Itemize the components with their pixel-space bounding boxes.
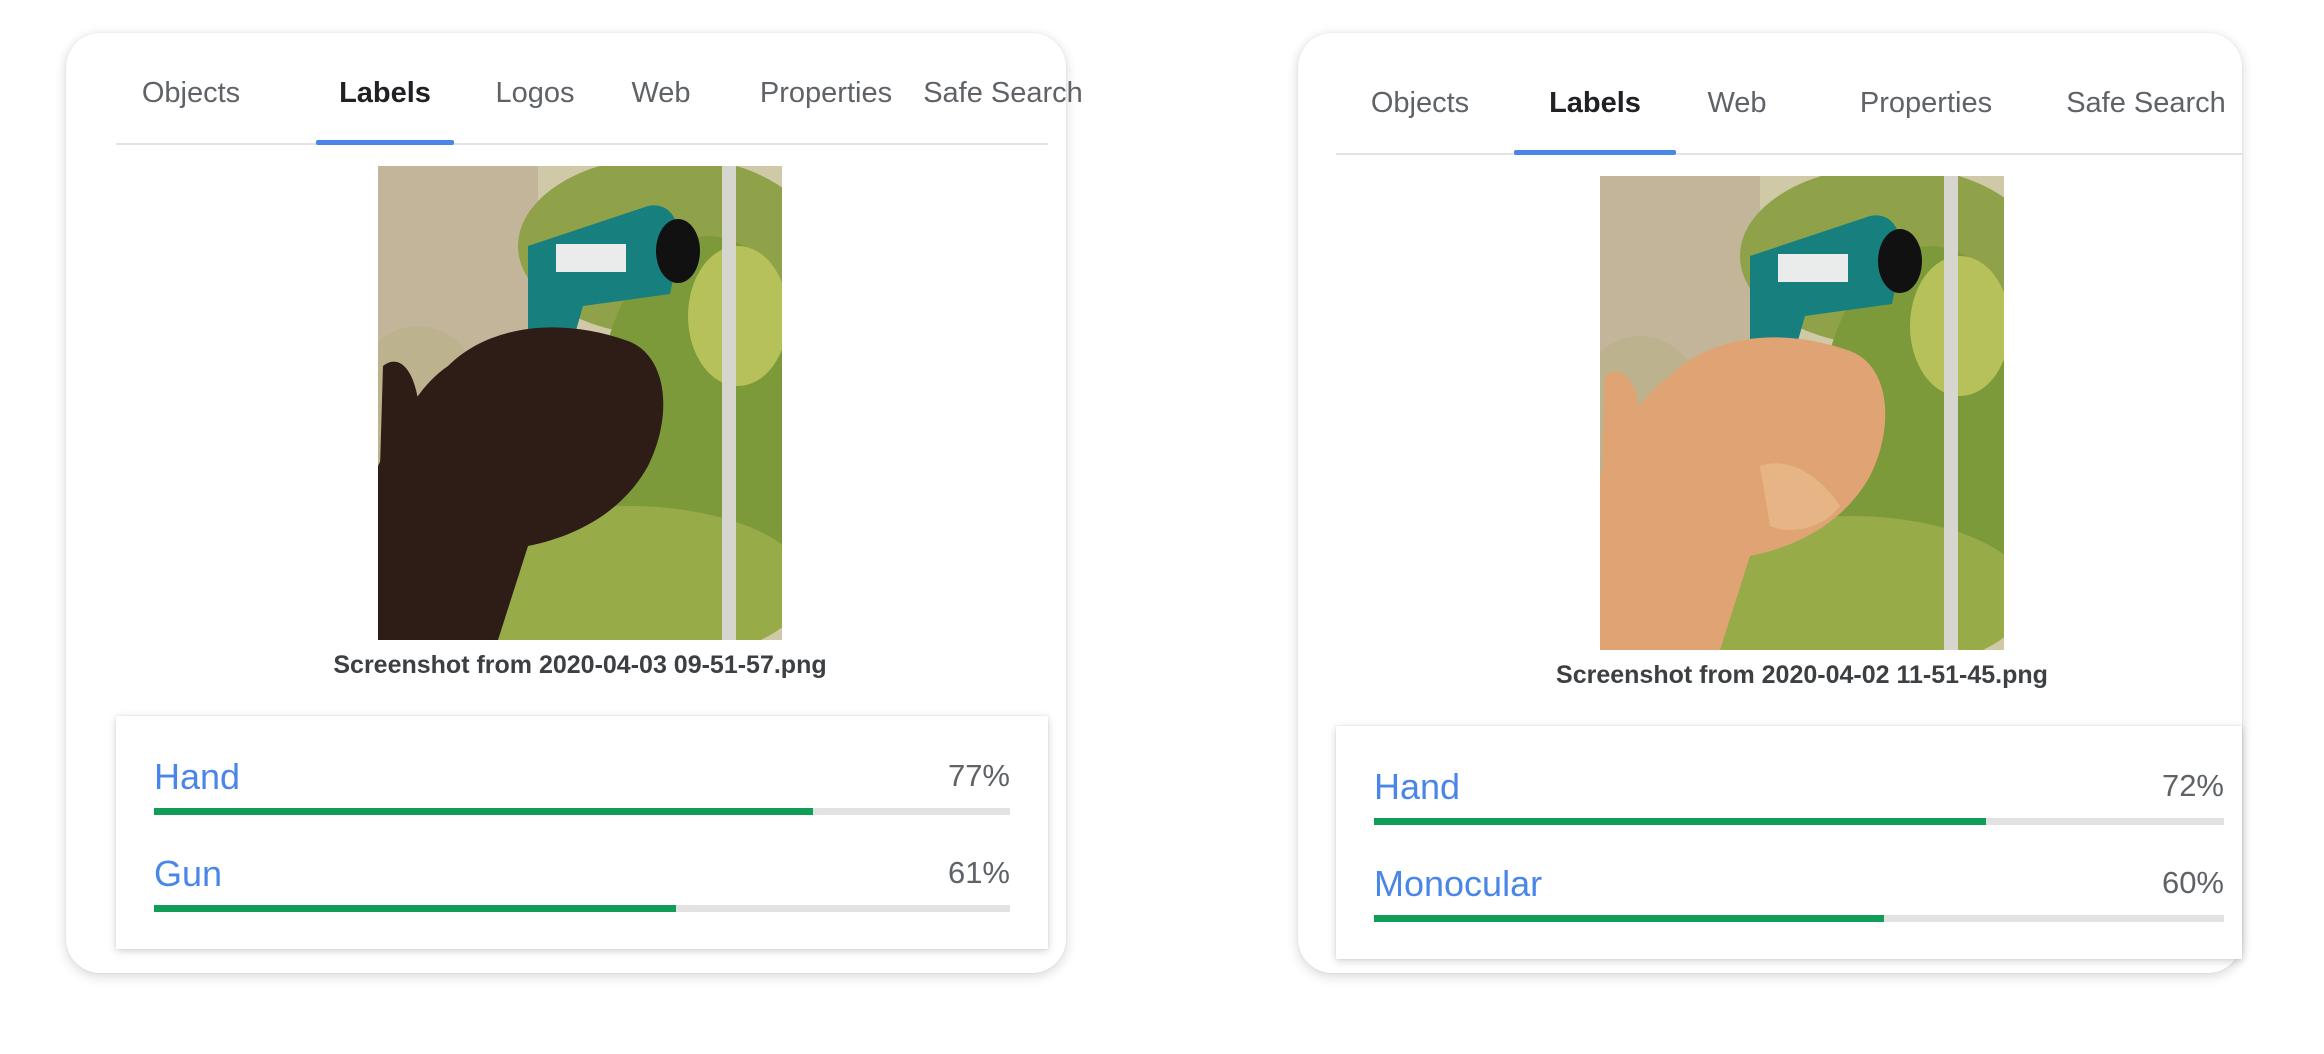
image-filename: Screenshot from 2020-04-02 11-51-45.png bbox=[1556, 661, 2048, 689]
confidence-bar bbox=[1374, 915, 2224, 922]
label-row: Hand 72% bbox=[1374, 766, 2224, 846]
label-name[interactable]: Gun bbox=[154, 853, 222, 895]
confidence-bar bbox=[154, 905, 1010, 912]
label-name[interactable]: Hand bbox=[1374, 766, 1460, 808]
tab-bar: Objects Labels Web Properties Safe Searc… bbox=[1336, 53, 2242, 155]
vision-result-panel-left: Objects Labels Logos Web Properties Safe… bbox=[66, 33, 1083, 973]
tab-safe-search[interactable]: Safe Search bbox=[2050, 53, 2242, 153]
vision-result-panel-right: Objects Labels Web Properties Safe Searc… bbox=[1298, 33, 2242, 973]
tab-properties[interactable]: Properties bbox=[1816, 53, 2036, 153]
tab-logos[interactable]: Logos bbox=[480, 43, 590, 143]
label-row: Gun 61% bbox=[154, 853, 1010, 933]
label-name[interactable]: Monocular bbox=[1374, 863, 1542, 905]
label-row: Monocular 60% bbox=[1374, 863, 2224, 943]
confidence-bar bbox=[1374, 818, 2224, 825]
analyzed-image bbox=[1600, 176, 2004, 650]
active-tab-indicator bbox=[316, 140, 454, 145]
tab-objects[interactable]: Objects bbox=[116, 43, 266, 143]
tab-objects[interactable]: Objects bbox=[1336, 53, 1504, 153]
label-score: 72% bbox=[2161, 768, 2224, 803]
analyzed-image bbox=[378, 166, 782, 640]
label-name[interactable]: Hand bbox=[154, 756, 240, 798]
labels-card: Hand 72% Monocular 60% bbox=[1336, 726, 2242, 959]
tab-labels-text: Labels bbox=[339, 76, 431, 109]
confidence-bar-fill bbox=[1374, 818, 1986, 825]
tab-web[interactable]: Web bbox=[616, 43, 706, 143]
tab-safe-search[interactable]: Safe Search bbox=[908, 43, 1098, 143]
image-filename: Screenshot from 2020-04-03 09-51-57.png bbox=[333, 651, 827, 679]
confidence-bar-fill bbox=[154, 905, 677, 912]
label-score: 60% bbox=[2161, 865, 2224, 900]
tab-labels[interactable]: Labels bbox=[1514, 53, 1676, 155]
confidence-bar-fill bbox=[154, 808, 814, 815]
tab-labels-text: Labels bbox=[1549, 86, 1641, 119]
tab-web[interactable]: Web bbox=[1682, 53, 1792, 153]
labels-card: Hand 77% Gun 61% bbox=[116, 716, 1048, 949]
tab-properties[interactable]: Properties bbox=[726, 43, 926, 143]
label-score: 61% bbox=[947, 855, 1010, 890]
label-row: Hand 77% bbox=[154, 756, 1010, 836]
label-score: 77% bbox=[947, 758, 1010, 793]
confidence-bar bbox=[154, 808, 1010, 815]
active-tab-indicator bbox=[1514, 150, 1676, 155]
tab-labels[interactable]: Labels bbox=[316, 43, 454, 145]
tab-bar: Objects Labels Logos Web Properties Safe… bbox=[116, 43, 1083, 145]
confidence-bar-fill bbox=[1374, 915, 1884, 922]
